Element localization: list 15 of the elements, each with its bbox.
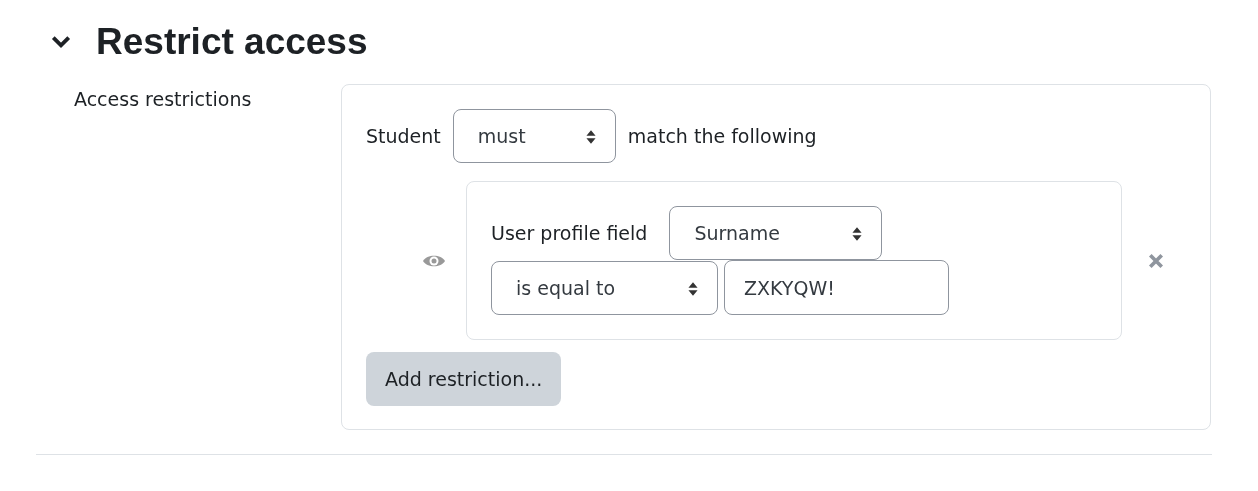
match-label: match the following <box>627 125 817 147</box>
updown-icon <box>851 226 864 242</box>
close-icon[interactable] <box>1148 252 1164 269</box>
operator-select[interactable]: is equal to <box>491 260 718 315</box>
value-field[interactable]: ZXKYQW! <box>724 260 949 315</box>
condition-label: User profile field <box>491 222 648 244</box>
updown-icon <box>584 129 597 145</box>
subject-label: Student <box>366 125 441 147</box>
updown-icon <box>687 280 699 297</box>
field-select[interactable]: Surname <box>669 206 883 260</box>
mode-select[interactable]: must <box>452 109 616 163</box>
field-label: Access restrictions <box>74 88 252 110</box>
section-title: Restrict access <box>96 21 368 63</box>
add-restriction-button[interactable]: Add restriction... <box>366 352 562 406</box>
chevron-icon[interactable] <box>50 34 72 50</box>
